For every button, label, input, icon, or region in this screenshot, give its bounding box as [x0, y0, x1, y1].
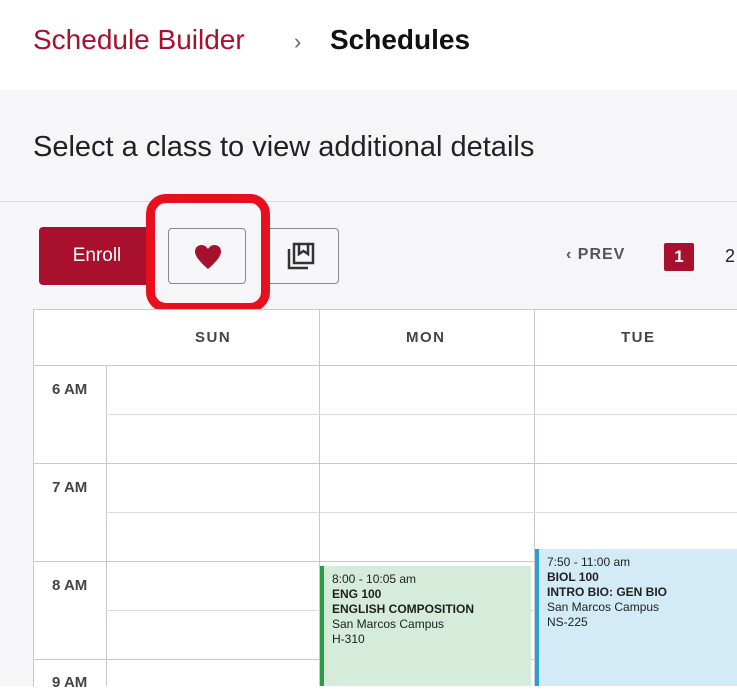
event-time: 8:00 - 10:05 am: [332, 572, 417, 586]
divider: [0, 201, 737, 202]
grid-line: [33, 365, 737, 366]
day-header-tue: TUE: [621, 329, 656, 346]
enroll-button[interactable]: Enroll: [39, 227, 155, 285]
event-course-code: BIOL 100: [547, 570, 599, 584]
prev-label: PREV: [577, 246, 626, 263]
time-label-8am: 8 AM: [52, 577, 88, 594]
event-campus: San Marcos Campus: [547, 600, 660, 614]
saved-schedules-button[interactable]: [262, 228, 339, 284]
event-room: NS-225: [547, 615, 588, 629]
class-event-eng-100[interactable]: 8:00 - 10:05 am ENG 100 ENGLISH COMPOSIT…: [320, 566, 531, 686]
class-event-biol-100[interactable]: 7:50 - 11:00 am BIOL 100 INTRO BIO: GEN …: [535, 549, 737, 686]
prev-page-button[interactable]: ‹ PREV: [566, 246, 625, 264]
time-label-7am: 7 AM: [52, 479, 88, 496]
breadcrumb-separator: ›: [294, 29, 302, 54]
time-label-9am: 9 AM: [52, 674, 88, 691]
time-label-6am: 6 AM: [52, 381, 88, 398]
bookmark-stack-icon: [287, 242, 315, 270]
grid-line: [106, 512, 737, 513]
breadcrumb-schedule-builder[interactable]: Schedule Builder: [33, 24, 245, 56]
page-title: Schedules: [330, 24, 471, 55]
event-course-code: ENG 100: [332, 587, 382, 601]
event-time: 7:50 - 11:00 am: [547, 555, 631, 569]
day-header-mon: MON: [406, 329, 446, 346]
page-1-button[interactable]: 1: [664, 243, 694, 271]
event-campus: San Marcos Campus: [332, 617, 445, 631]
event-room: H-310: [332, 632, 365, 646]
page-2-button[interactable]: 2: [725, 246, 735, 267]
favorite-button[interactable]: [168, 228, 246, 284]
event-course-title: INTRO BIO: GEN BIO: [547, 585, 667, 599]
heart-icon: [195, 245, 221, 269]
grid-line: [106, 414, 737, 415]
grid-line: [33, 463, 737, 464]
event-course-title: ENGLISH COMPOSITION: [332, 602, 475, 616]
instructions-text: Select a class to view additional detail…: [33, 131, 535, 163]
page-header: Schedule Builder › Schedules: [0, 0, 737, 90]
day-header-sun: SUN: [195, 329, 232, 346]
